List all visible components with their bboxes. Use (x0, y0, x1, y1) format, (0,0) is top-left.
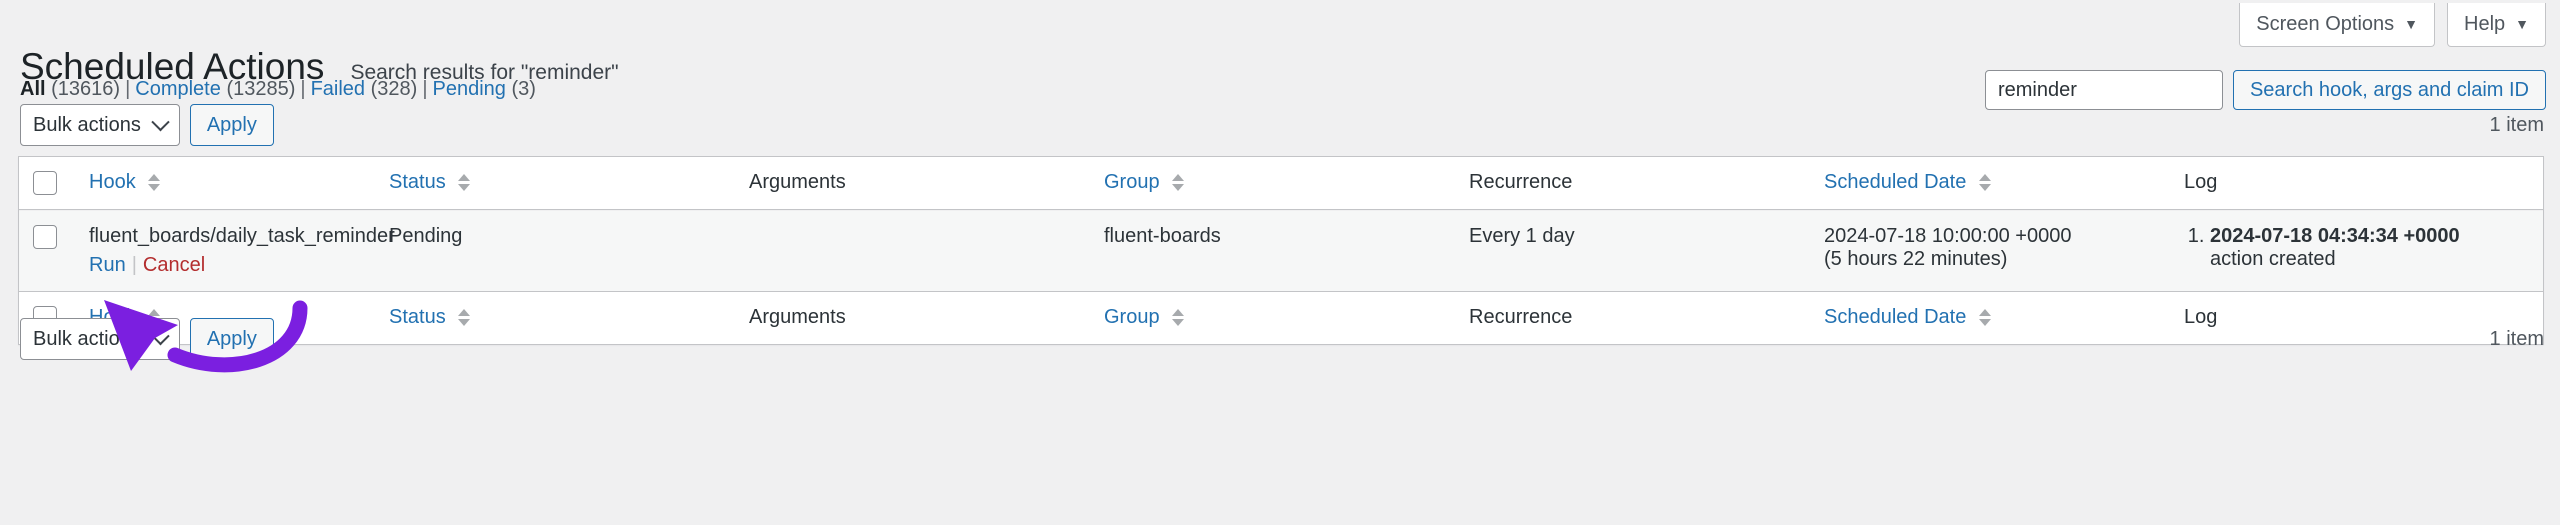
row-actions: Run | Cancel (89, 254, 365, 277)
column-footer-group-link[interactable]: Group (1104, 306, 1160, 328)
log-list: 2024-07-18 04:34:34 +0000 action created (2184, 225, 2531, 271)
filter-failed-count: (328) (370, 78, 418, 100)
sort-indicator-icon (1172, 309, 1186, 327)
sort-indicator-icon (148, 174, 162, 192)
column-header-recurrence: Recurrence (1457, 157, 1812, 210)
filter-all-count: (13616) (51, 78, 121, 100)
sort-indicator-icon (1978, 309, 1993, 327)
sort-indicator-icon (1978, 174, 1993, 192)
scheduled-actions-page: Screen Options ▼ Help ▼ Scheduled Action… (0, 0, 2560, 525)
column-footer-group[interactable]: Group (1092, 291, 1457, 344)
log-timestamp: 2024-07-18 04:34:34 +0000 (2210, 225, 2460, 247)
help-label: Help (2464, 13, 2506, 35)
column-header-log: Log (2172, 157, 2543, 210)
cell-hook: fluent_boards/daily_task_reminder Run | Ca… (77, 210, 395, 291)
scheduled-actions-table: Hook Status Arguments Group Recurrence S… (18, 156, 2544, 345)
sort-indicator-icon (1172, 174, 1186, 192)
column-footer-scheduled-date-link[interactable]: Scheduled Date (1824, 306, 1966, 328)
filter-complete-label[interactable]: Complete (135, 78, 221, 100)
chevron-down-icon (151, 326, 170, 346)
column-header-hook-link[interactable]: Hook (89, 171, 136, 193)
row-checkbox[interactable] (33, 225, 57, 249)
column-header-hook[interactable]: Hook (77, 157, 377, 210)
cancel-action-link[interactable]: Cancel (143, 254, 205, 276)
filter-complete-count: (13285) (226, 78, 296, 100)
cell-log: 2024-07-18 04:34:34 +0000 action created (2172, 210, 2543, 291)
filter-separator: | (422, 78, 428, 100)
cell-recurrence: Every 1 day (1457, 210, 1812, 291)
column-header-group-link[interactable]: Group (1104, 171, 1160, 193)
tablenav-top: Bulk actions Apply (20, 104, 274, 146)
search-form: Search hook, args and claim ID (1984, 70, 2546, 110)
filter-separator: | (125, 78, 131, 100)
tablenav-bottom: Bulk actions Apply (20, 318, 274, 360)
screen-meta-bar: Screen Options ▼ Help ▼ (2239, 3, 2546, 47)
run-action-link[interactable]: Run (89, 254, 126, 276)
log-entry: 2024-07-18 04:34:34 +0000 action created (2210, 225, 2531, 271)
column-header-status[interactable]: Status (377, 157, 737, 210)
column-footer-status[interactable]: Status (377, 291, 737, 344)
bulk-actions-select-top[interactable]: Bulk actions (20, 104, 180, 146)
bulk-actions-label: Bulk actions (33, 327, 141, 350)
cell-group: fluent-boards (1092, 210, 1457, 291)
row-actions-separator: | (131, 254, 137, 276)
hook-name: fluent_boards/daily_task_reminder (89, 225, 395, 247)
table-header-row: Hook Status Arguments Group Recurrence S… (19, 157, 2543, 210)
chevron-down-icon (151, 112, 170, 132)
filter-complete[interactable]: Complete (13285) (135, 78, 295, 100)
cell-status: Pending (377, 210, 737, 291)
apply-button-top[interactable]: Apply (189, 104, 274, 146)
screen-options-button[interactable]: Screen Options ▼ (2239, 3, 2435, 47)
filter-failed-label[interactable]: Failed (311, 78, 365, 100)
bulk-actions-select-bottom[interactable]: Bulk actions (20, 318, 180, 360)
column-footer-scheduled-date[interactable]: Scheduled Date (1812, 291, 2172, 344)
search-submit-button[interactable]: Search hook, args and claim ID (2232, 70, 2546, 110)
screen-options-label: Screen Options (2256, 13, 2395, 35)
column-footer-recurrence: Recurrence (1457, 291, 1812, 344)
column-header-scheduled-date-link[interactable]: Scheduled Date (1824, 171, 1966, 193)
table-row: fluent_boards/daily_task_reminder Run | Ca… (19, 210, 2543, 291)
column-footer-log: Log (2172, 291, 2543, 344)
sort-indicator-icon (458, 174, 472, 192)
chevron-down-icon: ▼ (2515, 16, 2529, 32)
log-message: action created (2210, 248, 2336, 270)
sort-indicator-icon (458, 309, 472, 327)
select-all-checkbox-top[interactable] (33, 171, 57, 195)
column-header-arguments: Arguments (737, 157, 1092, 210)
filter-all-label: All (20, 78, 46, 100)
select-all-header-top (19, 157, 77, 210)
scheduled-date-relative: (5 hours 22 minutes) (1824, 248, 2008, 270)
column-footer-status-link[interactable]: Status (389, 306, 446, 328)
column-footer-arguments: Arguments (737, 291, 1092, 344)
filter-pending-label[interactable]: Pending (433, 78, 506, 100)
bulk-actions-label: Bulk actions (33, 113, 141, 136)
apply-button-bottom[interactable]: Apply (189, 318, 274, 360)
filter-pending-count: (3) (511, 78, 536, 100)
cell-scheduled-date: 2024-07-18 10:00:00 +0000 (5 hours 22 mi… (1812, 210, 2172, 291)
chevron-down-icon: ▼ (2404, 16, 2418, 32)
status-filter-links: All (13616) | Complete (13285) | Failed (328… (20, 78, 536, 101)
filter-all[interactable]: All (13616) (20, 78, 120, 100)
table-footer-row: Hook Status Arguments Group Recurrence S… (19, 291, 2543, 344)
filter-pending[interactable]: Pending (3) (433, 78, 536, 100)
filter-separator: | (300, 78, 306, 100)
column-header-status-link[interactable]: Status (389, 171, 446, 193)
scheduled-date-value: 2024-07-18 10:00:00 +0000 (1824, 225, 2072, 247)
search-input[interactable] (1984, 70, 2223, 110)
column-header-scheduled-date[interactable]: Scheduled Date (1812, 157, 2172, 210)
row-select-cell (19, 210, 77, 291)
cell-arguments (737, 210, 1092, 291)
item-count-top: 1 item (2489, 114, 2544, 136)
filter-failed[interactable]: Failed (328) (311, 78, 418, 100)
help-button[interactable]: Help ▼ (2447, 3, 2546, 47)
column-header-group[interactable]: Group (1092, 157, 1457, 210)
item-count-bottom: 1 item (2489, 328, 2544, 350)
